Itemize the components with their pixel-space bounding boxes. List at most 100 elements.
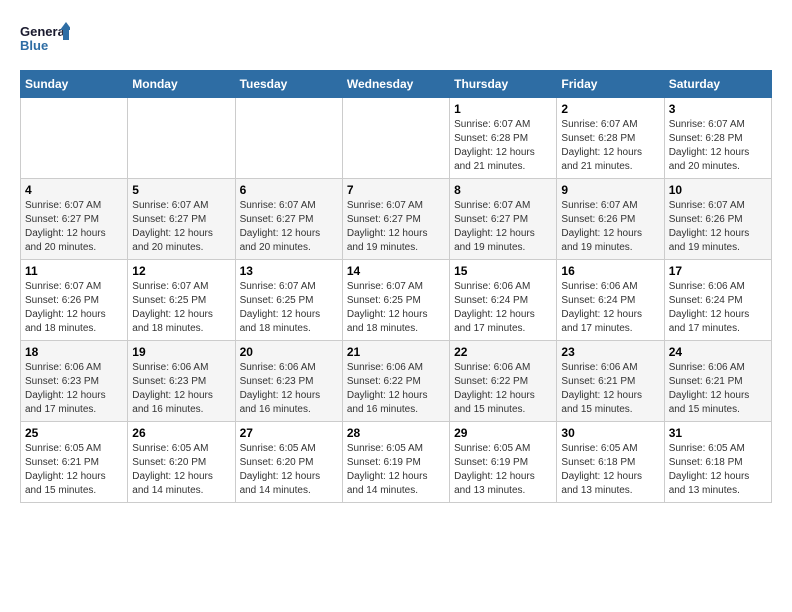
- day-number: 30: [561, 426, 659, 440]
- day-info: Sunrise: 6:06 AM Sunset: 6:24 PM Dayligh…: [454, 280, 552, 336]
- day-info: Sunrise: 6:07 AM Sunset: 6:28 PM Dayligh…: [669, 118, 767, 174]
- calendar-cell: [21, 98, 128, 179]
- day-info: Sunrise: 6:06 AM Sunset: 6:23 PM Dayligh…: [132, 361, 230, 417]
- day-info: Sunrise: 6:06 AM Sunset: 6:24 PM Dayligh…: [561, 280, 659, 336]
- calendar-cell: 11 Sunrise: 6:07 AM Sunset: 6:26 PM Dayli…: [21, 260, 128, 341]
- calendar-cell: 8Sunrise: 6:07 AM Sunset: 6:27 PM Daylig…: [450, 179, 557, 260]
- calendar-week-row: 18 Sunrise: 6:06 AM Sunset: 6:23 PM Dayli…: [21, 341, 772, 422]
- day-info: Sunrise: 6:06 AM Sunset: 6:23 PM Dayligh…: [25, 361, 123, 417]
- day-info: Sunrise: 6:06 AM Sunset: 6:24 PM Dayligh…: [669, 280, 767, 336]
- calendar-cell: [128, 98, 235, 179]
- calendar-cell: 1 Sunrise: 6:07 AM Sunset: 6:28 PM Daylig…: [450, 98, 557, 179]
- calendar-cell: [342, 98, 449, 179]
- day-number: 25: [25, 426, 123, 440]
- day-info: Sunrise: 6:07 AM Sunset: 6:27 PM Dayligh…: [454, 199, 552, 255]
- header-thursday: Thursday: [450, 71, 557, 98]
- day-number: 10: [669, 183, 767, 197]
- calendar-cell: 7 Sunrise: 6:07 AM Sunset: 6:27 PM Daylig…: [342, 179, 449, 260]
- calendar-week-row: 1 Sunrise: 6:07 AM Sunset: 6:28 PM Daylig…: [21, 98, 772, 179]
- day-number: 6: [240, 183, 338, 197]
- day-info: Sunrise: 6:06 AM Sunset: 6:23 PM Dayligh…: [240, 361, 338, 417]
- calendar-cell: 31 Sunrise: 6:05 AM Sunset: 6:18 PM Dayli…: [664, 422, 771, 503]
- day-number: 4: [25, 183, 123, 197]
- header-wednesday: Wednesday: [342, 71, 449, 98]
- day-number: 27: [240, 426, 338, 440]
- calendar-week-row: 4 Sunrise: 6:07 AM Sunset: 6:27 PM Daylig…: [21, 179, 772, 260]
- calendar-cell: 18 Sunrise: 6:06 AM Sunset: 6:23 PM Dayli…: [21, 341, 128, 422]
- calendar-table: SundayMondayTuesdayWednesdayThursdayFrid…: [20, 70, 772, 503]
- calendar-cell: 23Sunrise: 6:06 AM Sunset: 6:21 PM Dayli…: [557, 341, 664, 422]
- calendar-cell: 26Sunrise: 6:05 AM Sunset: 6:20 PM Dayli…: [128, 422, 235, 503]
- day-info: Sunrise: 6:07 AM Sunset: 6:26 PM Dayligh…: [669, 199, 767, 255]
- day-number: 24: [669, 345, 767, 359]
- day-info: Sunrise: 6:07 AM Sunset: 6:27 PM Dayligh…: [25, 199, 123, 255]
- day-number: 11: [25, 264, 123, 278]
- day-number: 13: [240, 264, 338, 278]
- day-info: Sunrise: 6:05 AM Sunset: 6:18 PM Dayligh…: [669, 442, 767, 498]
- day-number: 15: [454, 264, 552, 278]
- header-monday: Monday: [128, 71, 235, 98]
- day-info: Sunrise: 6:07 AM Sunset: 6:27 PM Dayligh…: [347, 199, 445, 255]
- calendar-cell: 9Sunrise: 6:07 AM Sunset: 6:26 PM Daylig…: [557, 179, 664, 260]
- day-info: Sunrise: 6:05 AM Sunset: 6:18 PM Dayligh…: [561, 442, 659, 498]
- day-number: 18: [25, 345, 123, 359]
- day-number: 19: [132, 345, 230, 359]
- logo-svg: General Blue: [20, 20, 70, 60]
- day-number: 29: [454, 426, 552, 440]
- day-info: Sunrise: 6:06 AM Sunset: 6:21 PM Dayligh…: [561, 361, 659, 417]
- day-info: Sunrise: 6:07 AM Sunset: 6:27 PM Dayligh…: [132, 199, 230, 255]
- day-number: 28: [347, 426, 445, 440]
- calendar-cell: 30 Sunrise: 6:05 AM Sunset: 6:18 PM Dayli…: [557, 422, 664, 503]
- calendar-cell: 5 Sunrise: 6:07 AM Sunset: 6:27 PM Daylig…: [128, 179, 235, 260]
- day-info: Sunrise: 6:06 AM Sunset: 6:22 PM Dayligh…: [347, 361, 445, 417]
- day-info: Sunrise: 6:05 AM Sunset: 6:20 PM Dayligh…: [240, 442, 338, 498]
- day-number: 22: [454, 345, 552, 359]
- day-info: Sunrise: 6:05 AM Sunset: 6:20 PM Dayligh…: [132, 442, 230, 498]
- day-info: Sunrise: 6:05 AM Sunset: 6:19 PM Dayligh…: [347, 442, 445, 498]
- calendar-cell: 29Sunrise: 6:05 AM Sunset: 6:19 PM Dayli…: [450, 422, 557, 503]
- calendar-cell: 14Sunrise: 6:07 AM Sunset: 6:25 PM Dayli…: [342, 260, 449, 341]
- day-info: Sunrise: 6:06 AM Sunset: 6:21 PM Dayligh…: [669, 361, 767, 417]
- calendar-cell: 17 Sunrise: 6:06 AM Sunset: 6:24 PM Dayli…: [664, 260, 771, 341]
- day-number: 16: [561, 264, 659, 278]
- calendar-cell: 12 Sunrise: 6:07 AM Sunset: 6:25 PM Dayli…: [128, 260, 235, 341]
- calendar-cell: 2Sunrise: 6:07 AM Sunset: 6:28 PM Daylig…: [557, 98, 664, 179]
- header-tuesday: Tuesday: [235, 71, 342, 98]
- calendar-cell: 6 Sunrise: 6:07 AM Sunset: 6:27 PM Daylig…: [235, 179, 342, 260]
- day-info: Sunrise: 6:07 AM Sunset: 6:26 PM Dayligh…: [25, 280, 123, 336]
- day-number: 21: [347, 345, 445, 359]
- calendar-cell: 28 Sunrise: 6:05 AM Sunset: 6:19 PM Dayli…: [342, 422, 449, 503]
- calendar-week-row: 11 Sunrise: 6:07 AM Sunset: 6:26 PM Dayli…: [21, 260, 772, 341]
- calendar-cell: 27 Sunrise: 6:05 AM Sunset: 6:20 PM Dayli…: [235, 422, 342, 503]
- day-info: Sunrise: 6:07 AM Sunset: 6:28 PM Dayligh…: [561, 118, 659, 174]
- day-number: 5: [132, 183, 230, 197]
- calendar-cell: 25Sunrise: 6:05 AM Sunset: 6:21 PM Dayli…: [21, 422, 128, 503]
- day-number: 1: [454, 102, 552, 116]
- logo: General Blue: [20, 20, 70, 60]
- day-info: Sunrise: 6:07 AM Sunset: 6:25 PM Dayligh…: [347, 280, 445, 336]
- day-info: Sunrise: 6:07 AM Sunset: 6:25 PM Dayligh…: [132, 280, 230, 336]
- calendar-cell: 19 Sunrise: 6:06 AM Sunset: 6:23 PM Dayli…: [128, 341, 235, 422]
- day-number: 3: [669, 102, 767, 116]
- header-saturday: Saturday: [664, 71, 771, 98]
- days-header-row: SundayMondayTuesdayWednesdayThursdayFrid…: [21, 71, 772, 98]
- calendar-cell: 22Sunrise: 6:06 AM Sunset: 6:22 PM Dayli…: [450, 341, 557, 422]
- svg-text:General: General: [20, 24, 68, 39]
- day-number: 31: [669, 426, 767, 440]
- header-sunday: Sunday: [21, 71, 128, 98]
- calendar-cell: [235, 98, 342, 179]
- day-number: 20: [240, 345, 338, 359]
- calendar-cell: 16 Sunrise: 6:06 AM Sunset: 6:24 PM Dayli…: [557, 260, 664, 341]
- day-info: Sunrise: 6:07 AM Sunset: 6:27 PM Dayligh…: [240, 199, 338, 255]
- day-number: 12: [132, 264, 230, 278]
- day-number: 7: [347, 183, 445, 197]
- day-info: Sunrise: 6:07 AM Sunset: 6:25 PM Dayligh…: [240, 280, 338, 336]
- day-info: Sunrise: 6:07 AM Sunset: 6:28 PM Dayligh…: [454, 118, 552, 174]
- calendar-cell: 13 Sunrise: 6:07 AM Sunset: 6:25 PM Dayli…: [235, 260, 342, 341]
- calendar-cell: 10 Sunrise: 6:07 AM Sunset: 6:26 PM Dayli…: [664, 179, 771, 260]
- calendar-cell: 15 Sunrise: 6:06 AM Sunset: 6:24 PM Dayli…: [450, 260, 557, 341]
- day-info: Sunrise: 6:07 AM Sunset: 6:26 PM Dayligh…: [561, 199, 659, 255]
- svg-text:Blue: Blue: [20, 38, 48, 53]
- day-number: 17: [669, 264, 767, 278]
- calendar-cell: 3 Sunrise: 6:07 AM Sunset: 6:28 PM Daylig…: [664, 98, 771, 179]
